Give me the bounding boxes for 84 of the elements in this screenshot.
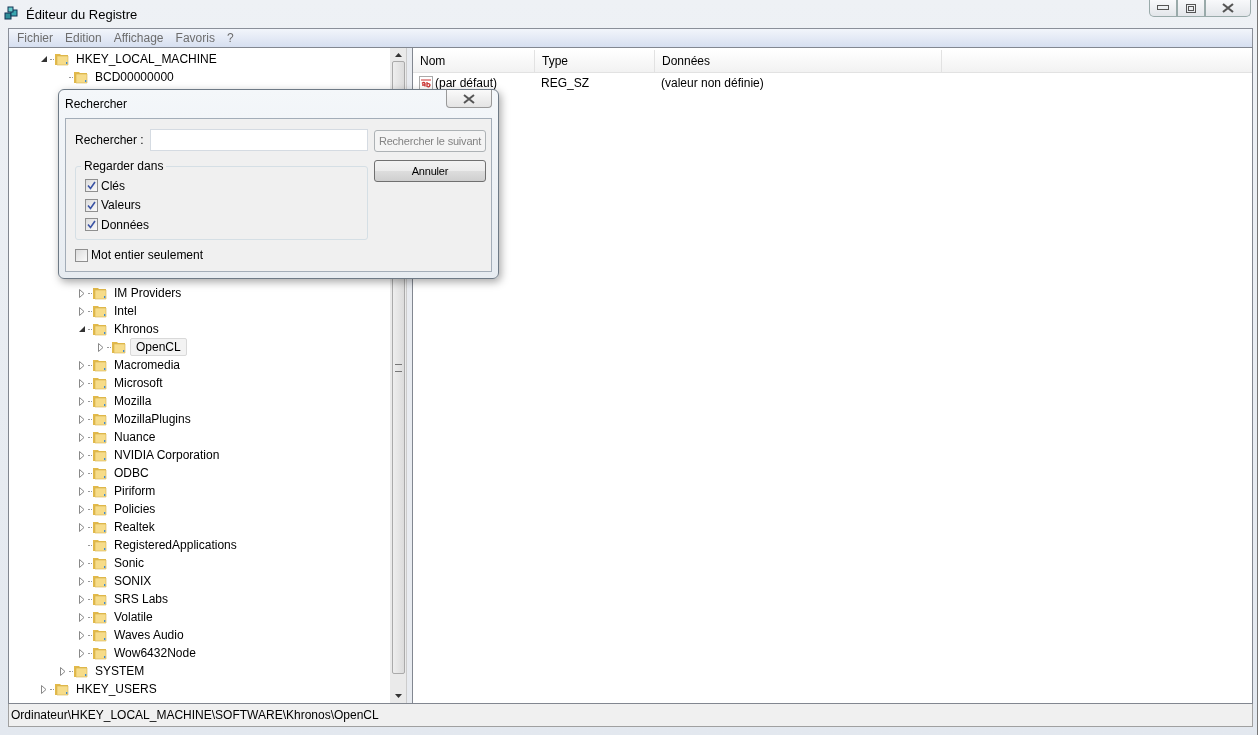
string-value-icon bbox=[419, 76, 433, 90]
tree-item[interactable]: Wow6432Node bbox=[111, 644, 199, 662]
close-icon bbox=[463, 93, 475, 104]
tree-item[interactable]: HKEY_LOCAL_MACHINE bbox=[73, 50, 220, 68]
tree-item[interactable]: Microsoft bbox=[111, 374, 166, 392]
folder-icon bbox=[111, 339, 127, 355]
folder-icon bbox=[92, 447, 108, 463]
tree-item[interactable]: Policies bbox=[111, 500, 159, 518]
folder-icon bbox=[92, 519, 108, 535]
folder-icon bbox=[92, 501, 108, 517]
scroll-up-arrow-icon[interactable] bbox=[394, 53, 402, 57]
close-button[interactable] bbox=[1205, 0, 1251, 17]
tree-item[interactable]: SRS Labs bbox=[111, 590, 172, 608]
scroll-down-arrow-icon[interactable] bbox=[394, 694, 402, 698]
folder-icon bbox=[54, 681, 70, 697]
tree-item[interactable]: Intel bbox=[111, 302, 140, 320]
dialog-title: Rechercher bbox=[65, 97, 128, 111]
checkbox-option[interactable]: Clés bbox=[85, 176, 359, 196]
close-button[interactable] bbox=[446, 90, 492, 108]
window-title: Éditeur du Registre bbox=[26, 6, 139, 22]
folder-icon bbox=[92, 285, 108, 301]
maximize-button[interactable] bbox=[1177, 0, 1205, 17]
folder-icon bbox=[73, 69, 89, 85]
tree-item[interactable]: Macromedia bbox=[111, 356, 184, 374]
folder-icon bbox=[92, 609, 108, 625]
folder-icon bbox=[92, 357, 108, 373]
folder-icon bbox=[92, 321, 108, 337]
search-field[interactable] bbox=[149, 129, 368, 151]
menu-item[interactable]: Favoris bbox=[169, 31, 221, 45]
tree-item[interactable]: Mozilla bbox=[111, 392, 155, 410]
folder-icon bbox=[92, 411, 108, 427]
checkbox-option[interactable]: Mot entier seulement bbox=[75, 245, 368, 265]
folder-icon bbox=[92, 591, 108, 607]
menu-item[interactable]: Affichage bbox=[107, 31, 170, 45]
folder-icon bbox=[92, 573, 108, 589]
tree-item[interactable]: NVIDIA Corporation bbox=[111, 446, 223, 464]
tree-item[interactable]: HKEY_USERS bbox=[73, 680, 160, 698]
minimize-icon bbox=[1157, 5, 1169, 11]
menu-item[interactable]: Edition bbox=[59, 31, 108, 45]
tree-item[interactable]: Realtek bbox=[111, 518, 158, 536]
status-bar: Ordinateur\HKEY_LOCAL_MACHINE\SOFTWARE\Khronos\OpenCL bbox=[8, 704, 1253, 727]
value-data: (valeur non définie) bbox=[660, 76, 765, 90]
tree-item[interactable]: RegisteredApplications bbox=[111, 536, 240, 554]
folder-icon bbox=[92, 465, 108, 481]
folder-icon bbox=[54, 51, 70, 67]
folder-icon bbox=[92, 537, 108, 553]
tree-item[interactable]: Volatile bbox=[111, 608, 156, 626]
cancel-button[interactable]: Annuler bbox=[374, 160, 486, 182]
folder-icon bbox=[92, 555, 108, 571]
column-header[interactable]: Nom bbox=[413, 50, 535, 72]
column-header[interactable]: Données bbox=[655, 50, 942, 72]
close-icon bbox=[1222, 3, 1234, 13]
tree-item[interactable]: Nuance bbox=[111, 428, 159, 446]
folder-icon bbox=[92, 483, 108, 499]
column-header[interactable]: Type bbox=[535, 50, 655, 72]
checkbox-option[interactable]: Données bbox=[85, 215, 359, 235]
cubes-icon bbox=[4, 6, 20, 22]
tree-item[interactable]: IM Providers bbox=[111, 284, 185, 302]
menu-item[interactable]: Fichier bbox=[11, 31, 59, 45]
folder-icon bbox=[73, 663, 89, 679]
tree-item[interactable]: MozillaPlugins bbox=[111, 410, 194, 428]
tree-item[interactable]: SYSTEM bbox=[92, 662, 148, 680]
tree-item[interactable]: Khronos bbox=[111, 320, 162, 338]
tree-item[interactable]: SONIX bbox=[111, 572, 155, 590]
tree-item[interactable]: Sonic bbox=[111, 554, 148, 572]
folder-icon bbox=[92, 627, 108, 643]
group-label: Regarder dans bbox=[81, 159, 167, 173]
restore-icon bbox=[1186, 3, 1196, 13]
folder-icon bbox=[92, 429, 108, 445]
folder-icon bbox=[92, 645, 108, 661]
tree-item[interactable]: BCD00000000 bbox=[92, 68, 177, 86]
tree-item[interactable]: OpenCL bbox=[130, 338, 187, 356]
value-type: REG_SZ bbox=[540, 76, 590, 90]
tree-item[interactable]: Waves Audio bbox=[111, 626, 187, 644]
minimize-button[interactable] bbox=[1149, 0, 1177, 17]
value-name[interactable]: (par défaut) bbox=[435, 76, 498, 90]
menu-item[interactable]: ? bbox=[220, 31, 240, 45]
folder-icon bbox=[92, 393, 108, 409]
tree-item[interactable]: Piriform bbox=[111, 482, 159, 500]
folder-icon bbox=[92, 303, 108, 319]
tree-item[interactable]: ODBC bbox=[111, 464, 152, 482]
folder-icon bbox=[92, 375, 108, 391]
checkbox-option[interactable]: Valeurs bbox=[85, 195, 359, 215]
search-label: Rechercher : bbox=[75, 133, 144, 147]
